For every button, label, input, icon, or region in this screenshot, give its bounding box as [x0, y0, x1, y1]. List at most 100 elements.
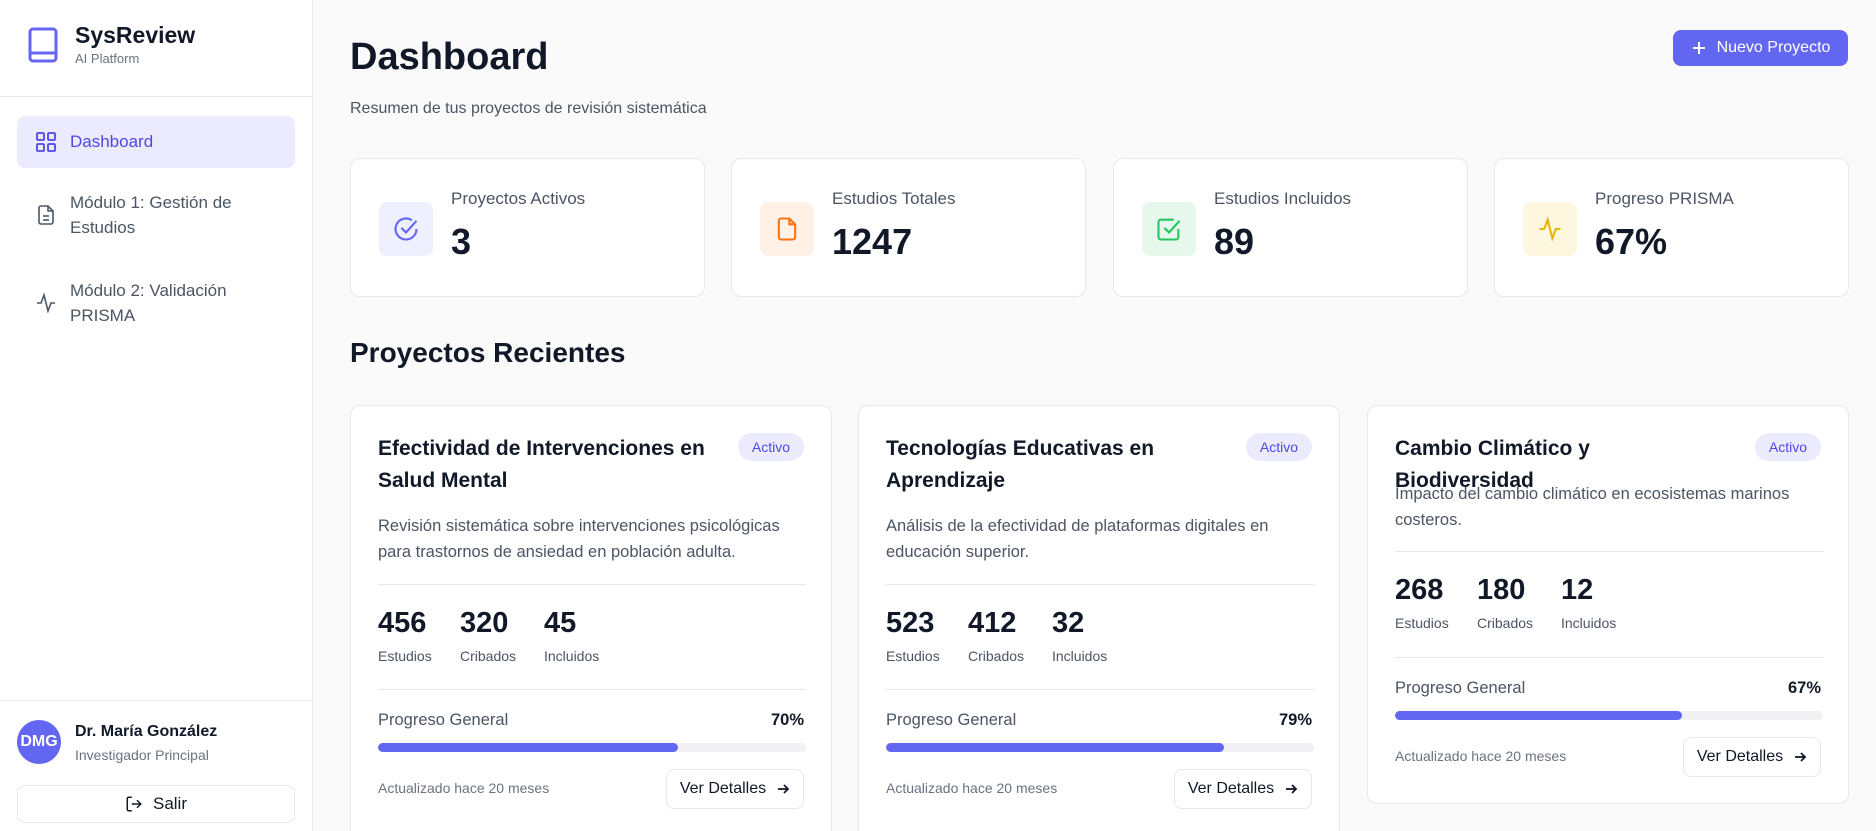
divider: [1395, 551, 1823, 552]
progress-bar: [886, 743, 1314, 752]
check-circle-icon: [394, 217, 418, 241]
metric-cribados: 412 Cribados: [968, 606, 1024, 664]
stat-value: 3: [451, 221, 472, 262]
divider: [1395, 657, 1823, 658]
stat-value: 67%: [1595, 221, 1668, 262]
divider: [886, 584, 1314, 585]
check-square-icon: [1157, 218, 1181, 241]
section-title: Proyectos Recientes: [350, 337, 626, 368]
stat-card-proyectos-activos: Proyectos Activos 3: [350, 158, 705, 297]
stat-label: Estudios Totales: [832, 189, 956, 208]
metric-incluidos: 45 Incluidos: [544, 606, 599, 664]
project-description: Revisión sistemática sobre intervencione…: [378, 517, 780, 561]
metric-cribados: 320 Cribados: [460, 606, 516, 664]
activity-icon: [1539, 216, 1561, 242]
grid-icon: [36, 132, 56, 152]
updated-text: Actualizado hace 20 meses: [886, 780, 1058, 796]
status-badge: Activo: [1754, 433, 1821, 461]
stat-label: Estudios Incluidos: [1214, 189, 1352, 208]
view-details-label: Ver Detalles: [1696, 748, 1784, 765]
view-details-button[interactable]: Ver Detalles: [666, 769, 804, 809]
user-name: Dr. María González: [75, 723, 218, 740]
brand: SysReview AI Platform: [0, 0, 312, 97]
metric-estudios: 456 Estudios: [378, 606, 432, 664]
progress-fill: [378, 743, 678, 752]
stat-card-estudios-totales: Estudios Totales 1247: [731, 158, 1086, 297]
metric-label: Incluidos: [1052, 648, 1108, 664]
progress-bar: [1395, 711, 1823, 720]
divider: [378, 689, 806, 690]
stat-icon-box: [1523, 202, 1577, 256]
brand-subtitle: AI Platform: [75, 51, 140, 66]
sidebar-item-gestion-estudios[interactable]: Módulo 1: Gestión de Estudios: [17, 188, 295, 242]
divider: [378, 584, 806, 585]
stat-icon-box: [1142, 202, 1196, 256]
logout-icon: [126, 796, 142, 812]
progress-label: Progreso General: [886, 711, 1017, 729]
book-icon: [28, 27, 58, 63]
progress-fill: [886, 743, 1225, 752]
metric-label: Cribados: [968, 648, 1025, 664]
avatar: DMG: [17, 720, 61, 764]
sidebar-item-dashboard[interactable]: Dashboard: [17, 116, 295, 168]
metric-value: 32: [1052, 607, 1085, 639]
metric-value: 268: [1395, 574, 1444, 606]
logout-button[interactable]: Salir: [17, 785, 295, 823]
sidebar-item-label: Módulo 2: Validación PRISMA: [70, 281, 227, 325]
page-title: Dashboard: [350, 36, 549, 78]
progress-percent: 70%: [770, 711, 804, 729]
view-details-button[interactable]: Ver Detalles: [1174, 769, 1312, 809]
metric-estudios: 268 Estudios: [1395, 573, 1449, 631]
progress-fill: [1395, 711, 1682, 720]
new-project-button[interactable]: Nuevo Proyecto: [1673, 30, 1848, 66]
metric-label: Incluidos: [544, 648, 600, 664]
metric-value: 523: [886, 607, 935, 639]
view-details-label: Ver Detalles: [1187, 780, 1275, 797]
sidebar: SysReview AI Platform Dashboard Módulo 1…: [0, 0, 313, 831]
metric-value: 180: [1477, 574, 1526, 606]
activity-icon: [37, 292, 55, 314]
plus-icon: [1692, 42, 1705, 54]
project-title: Efectividad de Intervenciones en Salud M…: [378, 437, 705, 492]
metric-incluidos: 32 Incluidos: [1052, 606, 1107, 664]
metric-label: Estudios: [1395, 615, 1449, 631]
metric-value: 12: [1561, 574, 1594, 606]
metric-label: Cribados: [1477, 615, 1534, 631]
status-badge: Activo: [737, 433, 804, 461]
arrow-right-icon: [778, 784, 790, 794]
document-icon: [38, 205, 54, 225]
stat-label: Progreso PRISMA: [1595, 189, 1734, 208]
sidebar-item-label: Dashboard: [70, 132, 154, 151]
project-card: Tecnologías Educativas en Aprendizaje Ac…: [858, 405, 1340, 831]
project-description: Impacto del cambio climático en ecosiste…: [1395, 485, 1790, 529]
updated-text: Actualizado hace 20 meses: [378, 780, 550, 796]
updated-text: Actualizado hace 20 meses: [1395, 748, 1567, 764]
progress-bar: [378, 743, 806, 752]
user-panel: DMG Dr. María González Investigador Prin…: [0, 700, 312, 831]
view-details-button[interactable]: Ver Detalles: [1683, 737, 1821, 777]
metric-value: 456: [378, 607, 427, 639]
project-title: Tecnologías Educativas en Aprendizaje: [886, 437, 1155, 492]
metric-label: Estudios: [378, 648, 432, 664]
progress-percent: 67%: [1787, 679, 1821, 697]
new-project-label: Nuevo Proyecto: [1716, 39, 1831, 56]
progress-label: Progreso General: [1395, 679, 1526, 697]
view-details-label: Ver Detalles: [679, 780, 767, 797]
divider: [886, 689, 1314, 690]
stat-icon-box: [760, 202, 814, 256]
sidebar-item-validacion-prisma[interactable]: Módulo 2: Validación PRISMA: [17, 276, 295, 330]
arrow-right-icon: [1795, 752, 1807, 762]
stat-value: 1247: [832, 221, 913, 262]
stat-icon-box: [379, 202, 433, 256]
page-subtitle: Resumen de tus proyectos de revisión sis…: [350, 100, 707, 117]
progress-label: Progreso General: [378, 711, 509, 729]
stat-card-progreso-prisma: Progreso PRISMA 67%: [1494, 158, 1849, 297]
metric-estudios: 523 Estudios: [886, 606, 940, 664]
metric-value: 45: [544, 607, 577, 639]
project-description: Análisis de la efectividad de plataforma…: [886, 517, 1269, 561]
project-card: Cambio Climático y Biodiversidad Activo …: [1367, 405, 1849, 804]
brand-title: SysReview: [75, 22, 196, 48]
metric-value: 412: [968, 607, 1017, 639]
stat-card-estudios-incluidos: Estudios Incluidos 89: [1113, 158, 1468, 297]
metric-incluidos: 12 Incluidos: [1561, 573, 1616, 631]
